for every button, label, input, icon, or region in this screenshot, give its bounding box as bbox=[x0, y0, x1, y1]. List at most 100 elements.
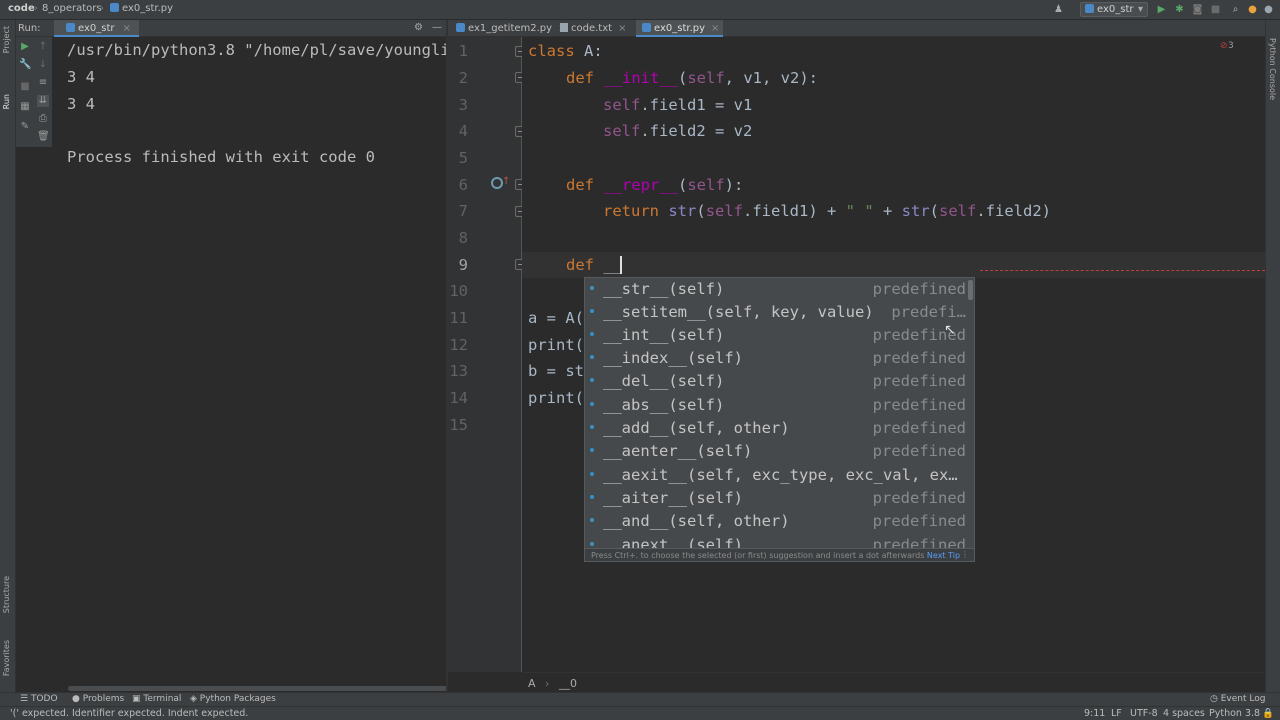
line-number: 12 bbox=[449, 336, 468, 354]
code-line-4: self.field2 = v2 bbox=[603, 122, 753, 140]
python-interpreter[interactable]: Python 3.8 bbox=[1209, 708, 1260, 719]
print-icon[interactable]: ⎙ bbox=[37, 113, 49, 125]
completion-footer: Press Ctrl+. to choose the selected (or … bbox=[585, 548, 974, 561]
completion-item[interactable]: __add__(self, other) predefined bbox=[585, 417, 974, 440]
lock-icon[interactable]: 🔒 bbox=[1262, 708, 1274, 719]
run-configuration-select[interactable]: ex0_str ▾ bbox=[1080, 2, 1148, 17]
breadcrumb-project[interactable]: code bbox=[8, 3, 35, 14]
editor-breadcrumb: A › __0 bbox=[522, 672, 1265, 692]
method-icon bbox=[590, 402, 594, 406]
arrow-up-icon[interactable]: ↑ bbox=[37, 41, 49, 53]
navigation-bar: code › 8_operators › ex0_str.py ♟ ex0_st… bbox=[0, 0, 1280, 20]
line-number: 2 bbox=[458, 69, 468, 87]
tab-ex0-str[interactable]: ex0_str.py × bbox=[636, 20, 724, 37]
code-line-3: self.field1 = v1 bbox=[603, 96, 753, 114]
current-line-highlight bbox=[522, 252, 1265, 278]
line-number: 14 bbox=[449, 389, 468, 407]
coverage-icon[interactable]: ◙ bbox=[1191, 3, 1204, 16]
wrench-icon[interactable]: 🔧 bbox=[19, 59, 31, 71]
rerun-icon[interactable]: ▶ bbox=[19, 41, 31, 53]
close-icon[interactable]: × bbox=[123, 23, 131, 34]
editor-tab-bar: ex1_getitem2.py× code.txt× ex0_str.py× bbox=[448, 20, 1265, 37]
user-icon[interactable]: ♟ bbox=[1052, 3, 1065, 16]
tab-ex1-getitem2[interactable]: ex1_getitem2.py× bbox=[454, 20, 566, 37]
tab-todo[interactable]: ☰ TODO bbox=[20, 694, 58, 704]
text-file-icon bbox=[560, 23, 568, 32]
breadcrumb-member[interactable]: __0 bbox=[559, 677, 577, 690]
search-icon[interactable]: ⌕ bbox=[1229, 3, 1242, 16]
breadcrumb-class[interactable]: A bbox=[528, 677, 536, 690]
status-message: '(' expected. Identifier expected. Inden… bbox=[10, 708, 249, 719]
line-number: 1 bbox=[458, 42, 468, 60]
caret-position[interactable]: 9:11 bbox=[1084, 708, 1105, 719]
more-options-icon[interactable]: ⋮ bbox=[961, 550, 969, 559]
tab-python-console[interactable]: Python Console bbox=[1268, 38, 1277, 100]
line-separator[interactable]: LF bbox=[1111, 708, 1122, 719]
breadcrumb-separator: › bbox=[34, 3, 38, 14]
line-number: 13 bbox=[449, 362, 468, 380]
completion-item[interactable]: __del__(self) predefined bbox=[585, 370, 974, 393]
run-icon[interactable]: ▶ bbox=[1155, 3, 1168, 16]
trash-icon[interactable]: 🗑 bbox=[37, 131, 50, 143]
arrow-up-icon: ↑ bbox=[502, 176, 511, 187]
method-icon bbox=[590, 472, 594, 476]
tab-favorites[interactable]: Favorites bbox=[2, 640, 11, 676]
pin-icon[interactable]: ✎ bbox=[19, 121, 31, 133]
line-number: 4 bbox=[458, 122, 468, 140]
method-icon bbox=[590, 332, 594, 336]
debug-icon[interactable]: ✱ bbox=[1173, 3, 1186, 16]
gear-icon[interactable]: ⚙ bbox=[414, 22, 423, 33]
tab-python-packages[interactable]: ◈ Python Packages bbox=[190, 694, 276, 704]
tab-terminal[interactable]: ▣ Terminal bbox=[132, 694, 181, 704]
chevron-down-icon: ▾ bbox=[1137, 4, 1143, 15]
completion-popup[interactable]: __str__(self) predefined __setitem__(self… bbox=[584, 277, 975, 562]
close-icon[interactable]: × bbox=[711, 23, 719, 34]
stop-icon[interactable]: ■ bbox=[19, 81, 31, 93]
tab-code-txt[interactable]: code.txt × bbox=[560, 20, 626, 37]
run-tab[interactable]: ex0_str × bbox=[54, 20, 139, 37]
console-output[interactable]: /usr/bin/python3.8 "/home/pl/save/youngl… bbox=[52, 37, 446, 692]
layout-icon[interactable]: ▦ bbox=[19, 101, 31, 113]
line-number: 10 bbox=[449, 282, 468, 300]
completion-item[interactable]: __str__(self) predefined bbox=[585, 278, 974, 301]
arrow-down-icon[interactable]: ↓ bbox=[37, 59, 49, 71]
completion-item[interactable]: __int__(self) predefined bbox=[585, 324, 974, 347]
tab-project[interactable]: Project bbox=[2, 26, 11, 53]
code-line-13: b = st bbox=[528, 362, 584, 380]
inspection-count[interactable]: 3 bbox=[1228, 41, 1234, 51]
code-line-9: def __ bbox=[566, 256, 622, 274]
horizontal-scrollbar[interactable] bbox=[68, 686, 448, 691]
completion-item[interactable]: __aenter__(self) predefined bbox=[585, 440, 974, 463]
settings-icon[interactable]: ● bbox=[1262, 3, 1275, 16]
run-panel-label: Run: bbox=[18, 23, 41, 34]
line-number: 7 bbox=[458, 202, 468, 220]
close-icon[interactable]: × bbox=[618, 23, 626, 34]
tab-structure[interactable]: Structure bbox=[2, 576, 11, 613]
breadcrumb-folder[interactable]: 8_operators bbox=[42, 3, 102, 14]
tab-problems[interactable]: ● Problems bbox=[72, 694, 124, 704]
file-encoding[interactable]: UTF-8 bbox=[1130, 708, 1158, 719]
breadcrumb-file[interactable]: ex0_str.py bbox=[110, 3, 173, 14]
line-number: 8 bbox=[458, 229, 468, 247]
python-file-icon bbox=[66, 23, 75, 32]
completion-item[interactable]: __and__(self, other) predefined bbox=[585, 510, 974, 533]
event-log-button[interactable]: ◷ Event Log bbox=[1210, 694, 1265, 704]
completion-item[interactable]: __setitem__(self, key, value) predefi… bbox=[585, 301, 974, 324]
completion-item[interactable]: __aexit__(self, exc_type, exc_val, ex… bbox=[585, 464, 974, 487]
indent-setting[interactable]: 4 spaces bbox=[1163, 708, 1205, 719]
tab-run[interactable]: Run bbox=[2, 94, 11, 109]
error-count-icon[interactable]: ⊘ bbox=[1220, 41, 1228, 51]
scroll-to-end-icon[interactable]: ⇊ bbox=[37, 95, 49, 107]
completion-item[interactable]: __index__(self) predefined bbox=[585, 347, 974, 370]
completion-item[interactable]: __abs__(self) predefined bbox=[585, 394, 974, 417]
next-tip-link[interactable]: Next Tip bbox=[927, 551, 960, 560]
stop-icon[interactable]: ■ bbox=[1209, 3, 1222, 16]
terminal-icon: ▣ bbox=[132, 694, 144, 704]
minimize-icon[interactable]: — bbox=[432, 22, 442, 33]
update-icon[interactable]: ● bbox=[1246, 3, 1259, 16]
completion-item[interactable]: __aiter__(self) predefined bbox=[585, 487, 974, 510]
error-underline bbox=[980, 270, 1265, 271]
method-icon bbox=[590, 495, 594, 499]
method-icon bbox=[590, 448, 594, 452]
soft-wrap-icon[interactable]: ≡ bbox=[37, 77, 49, 89]
